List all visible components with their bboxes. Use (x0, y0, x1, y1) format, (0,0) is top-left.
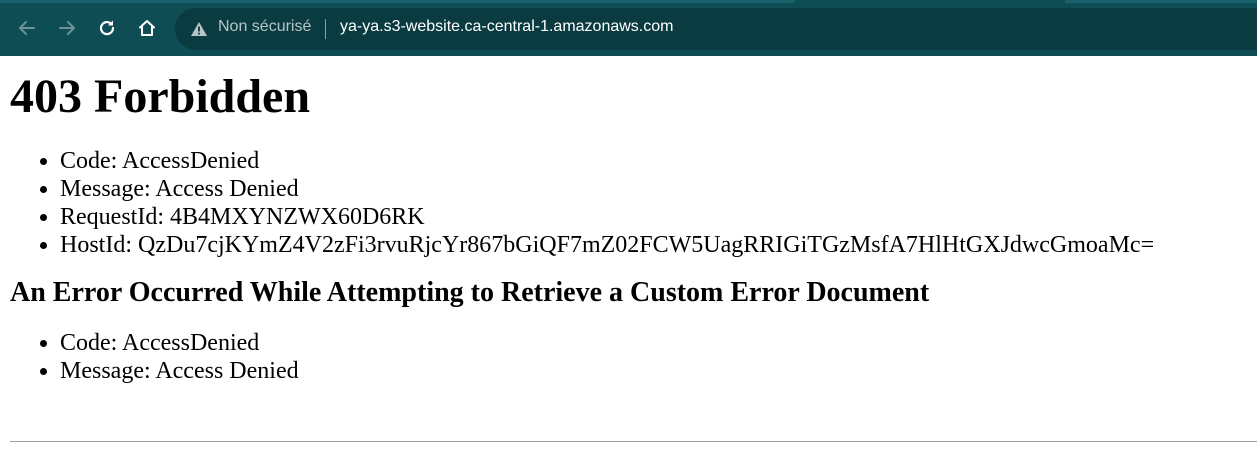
address-separator (325, 19, 326, 39)
tab-strip-segment (1065, 0, 1257, 3)
section-heading: An Error Occurred While Attempting to Re… (10, 277, 930, 308)
horizontal-divider (10, 441, 1257, 442)
custom-error-details-list: Code: AccessDenied Message: Access Denie… (10, 329, 1257, 385)
list-item: Message: Access Denied (60, 357, 1257, 385)
error-details-list: Code: AccessDenied Message: Access Denie… (10, 147, 1257, 259)
tab-strip-segment (0, 0, 795, 3)
forward-button[interactable] (51, 12, 83, 44)
home-icon (137, 18, 157, 38)
back-button[interactable] (11, 12, 43, 44)
browser-toolbar: Non sécurisé ya-ya.s3-website.ca-central… (0, 0, 1257, 56)
page-title: 403 Forbidden (10, 70, 311, 123)
home-button[interactable] (131, 12, 163, 44)
list-item: HostId: QzDu7cjKYmZ4V2zFi3rvuRjcYr867bGi… (60, 231, 1257, 259)
reload-icon (97, 18, 117, 38)
list-item: Message: Access Denied (60, 175, 1257, 203)
address-bar[interactable]: Non sécurisé ya-ya.s3-website.ca-central… (175, 8, 1257, 50)
security-status-label[interactable]: Non sécurisé (218, 18, 311, 36)
list-item: RequestId: 4B4MXYNZWX60D6RK (60, 203, 1257, 231)
arrow-right-icon (57, 18, 77, 38)
url-text[interactable]: ya-ya.s3-website.ca-central-1.amazonaws.… (340, 18, 673, 36)
page-content: 403 Forbidden Code: AccessDenied Message… (10, 56, 1257, 385)
arrow-left-icon (17, 18, 37, 38)
list-item: Code: AccessDenied (60, 329, 1257, 357)
warning-triangle-icon[interactable] (190, 20, 208, 38)
reload-button[interactable] (91, 12, 123, 44)
list-item: Code: AccessDenied (60, 147, 1257, 175)
